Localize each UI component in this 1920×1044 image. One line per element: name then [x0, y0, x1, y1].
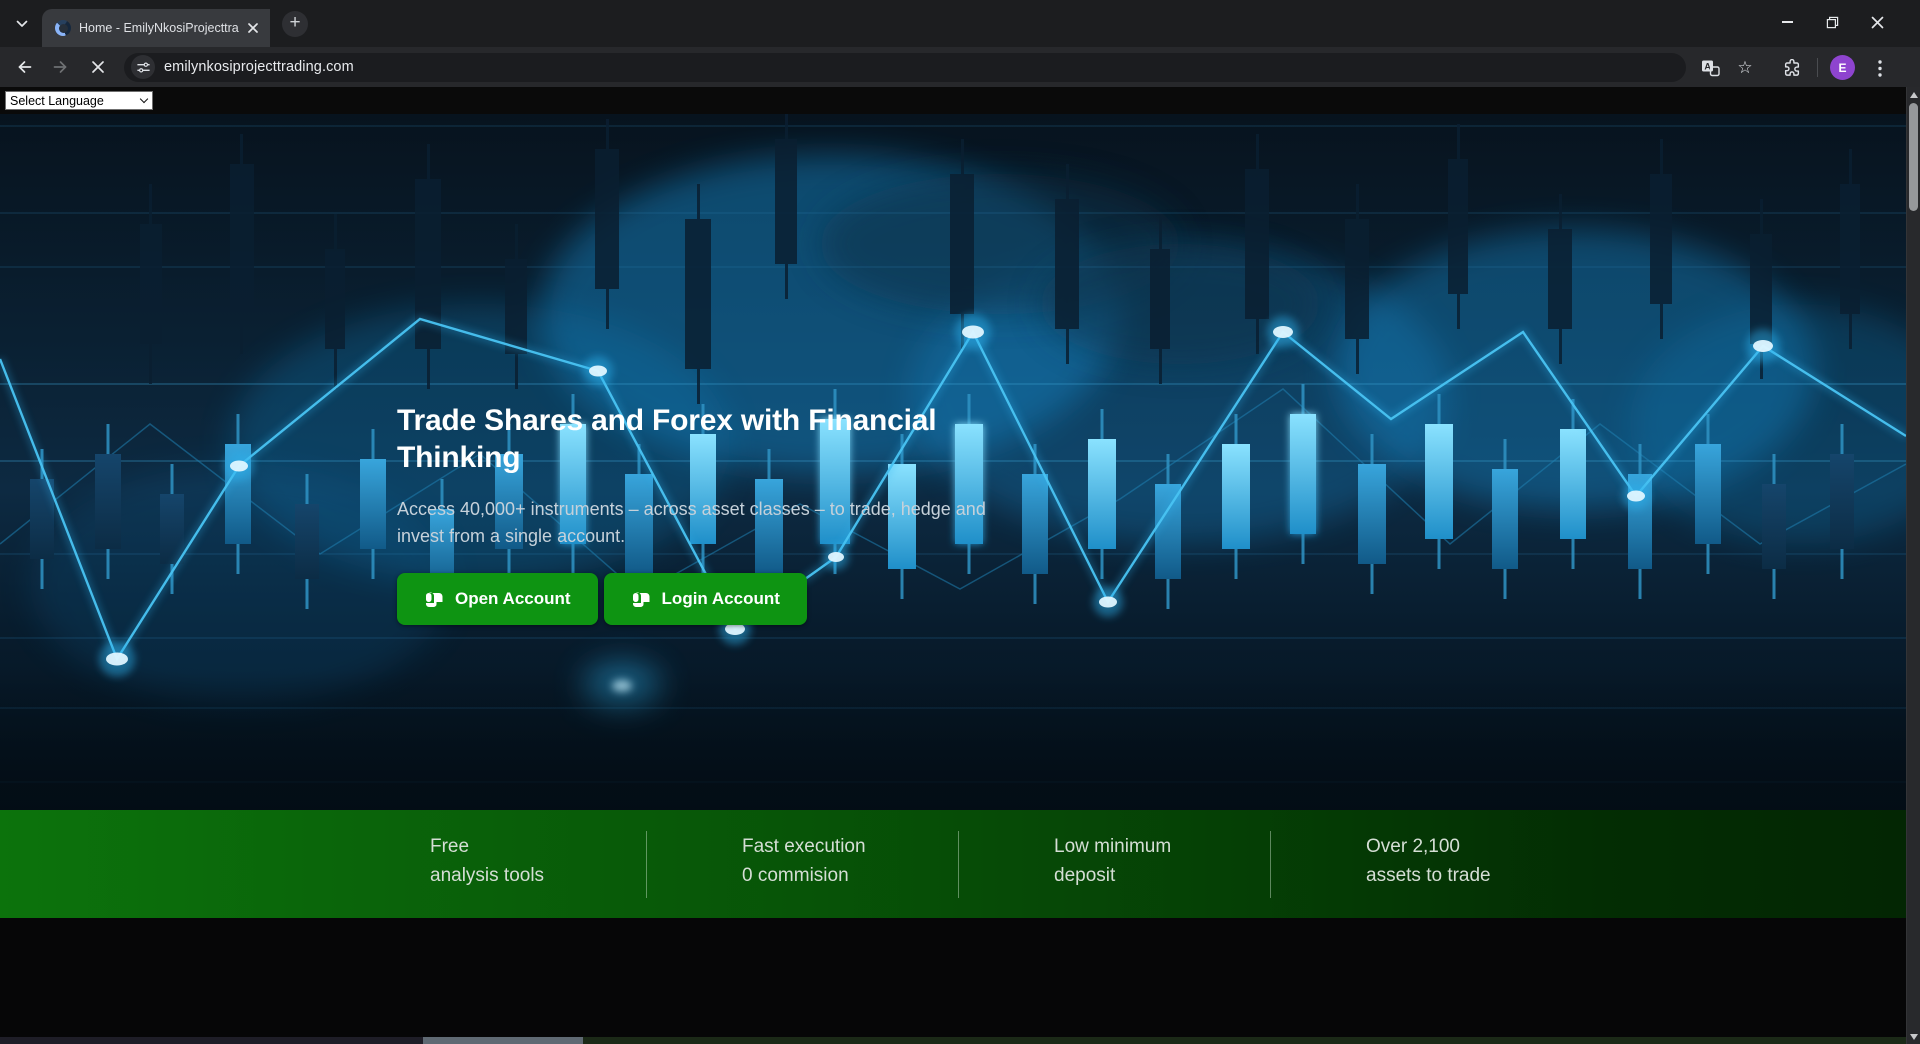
- scroll-icon: [632, 592, 650, 607]
- hero-subheading-line2: invest from a single account.: [397, 526, 626, 546]
- toolbar-divider: [1817, 58, 1818, 77]
- language-select[interactable]: Select Language: [5, 91, 153, 110]
- next-section-edge-left: [0, 1037, 423, 1044]
- browser-tab[interactable]: Home - EmilyNkosiProjecttra: [42, 9, 270, 47]
- feature-low-deposit: Low minimum deposit: [1054, 832, 1171, 890]
- window-restore-button[interactable]: [1810, 0, 1855, 44]
- profile-avatar[interactable]: E: [1830, 55, 1855, 80]
- scrollbar-up-arrow[interactable]: [1910, 92, 1918, 98]
- feature-free-analysis: Free analysis tools: [430, 832, 544, 890]
- open-account-button[interactable]: Open Account: [397, 573, 598, 625]
- browser-toolbar: emilynkosiprojecttrading.com A ☆ E: [0, 47, 1920, 87]
- forward-button[interactable]: [48, 55, 72, 79]
- page-viewport: Select Language Trade Shares and Forex w…: [0, 87, 1920, 1044]
- features-banner: Free analysis tools Fast execution 0 com…: [0, 810, 1906, 918]
- scroll-icon: [426, 592, 443, 607]
- feature-fast-execution: Fast execution 0 commision: [742, 832, 866, 890]
- feature-divider: [1270, 831, 1271, 898]
- next-section-edge-middle: [423, 1037, 583, 1044]
- hero-heading-line2: Thinking: [397, 441, 521, 474]
- hero-subheading-line1: Access 40,000+ instruments – across asse…: [397, 499, 986, 519]
- feature-line: deposit: [1054, 865, 1116, 886]
- browser-window: Home - EmilyNkosiProjecttra + emilynkosi…: [0, 0, 1920, 1044]
- hero-heading-line1: Trade Shares and Forex with Financial: [397, 404, 937, 437]
- next-section-edge-right: [583, 1037, 1906, 1044]
- tab-title: Home - EmilyNkosiProjecttra: [79, 21, 239, 35]
- menu-kebab-icon[interactable]: [1868, 56, 1892, 80]
- page-scrollbar[interactable]: [1906, 87, 1920, 1044]
- scrollbar-down-arrow[interactable]: [1910, 1034, 1918, 1040]
- footer-dark-section: [0, 918, 1906, 1037]
- login-account-button[interactable]: Login Account: [603, 573, 807, 625]
- feature-line: Fast execution: [742, 836, 866, 857]
- address-bar[interactable]: emilynkosiprojecttrading.com: [124, 52, 1686, 82]
- feature-line: analysis tools: [430, 865, 545, 886]
- language-bar: Select Language: [0, 87, 1906, 114]
- feature-line: Low minimum: [1054, 836, 1172, 857]
- tab-favicon-spinner-icon: [55, 20, 71, 36]
- feature-assets: Over 2,100 assets to trade: [1366, 832, 1491, 890]
- feature-divider: [646, 831, 647, 898]
- open-account-label: Open Account: [455, 589, 571, 608]
- hero-buttons: Open Account Login Account: [397, 573, 807, 625]
- feature-divider: [958, 831, 959, 898]
- url-text: emilynkosiprojecttrading.com: [164, 59, 354, 75]
- window-close-button[interactable]: [1855, 0, 1900, 44]
- extensions-puzzle-icon[interactable]: [1780, 56, 1804, 80]
- feature-line: 0 commision: [742, 865, 849, 886]
- translate-icon[interactable]: A: [1698, 56, 1722, 80]
- feature-line: assets to trade: [1366, 865, 1491, 886]
- hero-heading: Trade Shares and Forex with Financial Th…: [397, 402, 1037, 476]
- hero-section: Trade Shares and Forex with Financial Th…: [0, 114, 1906, 810]
- tab-strip: Home - EmilyNkosiProjecttra +: [0, 0, 1920, 47]
- bookmark-star-icon[interactable]: ☆: [1733, 56, 1757, 80]
- feature-line: Over 2,100: [1366, 836, 1460, 857]
- hero-subheading: Access 40,000+ instruments – across asse…: [397, 496, 1057, 550]
- scrollbar-thumb[interactable]: [1909, 103, 1918, 211]
- window-minimize-button[interactable]: [1765, 0, 1810, 44]
- tab-search-chevron-icon[interactable]: [12, 14, 32, 34]
- login-account-label: Login Account: [661, 589, 780, 608]
- stop-loading-icon[interactable]: [86, 55, 110, 79]
- feature-line: Free: [430, 836, 470, 857]
- back-button[interactable]: [12, 55, 36, 79]
- site-settings-tune-icon[interactable]: [131, 55, 155, 79]
- tab-close-icon[interactable]: [245, 20, 261, 36]
- new-tab-button[interactable]: +: [282, 11, 308, 37]
